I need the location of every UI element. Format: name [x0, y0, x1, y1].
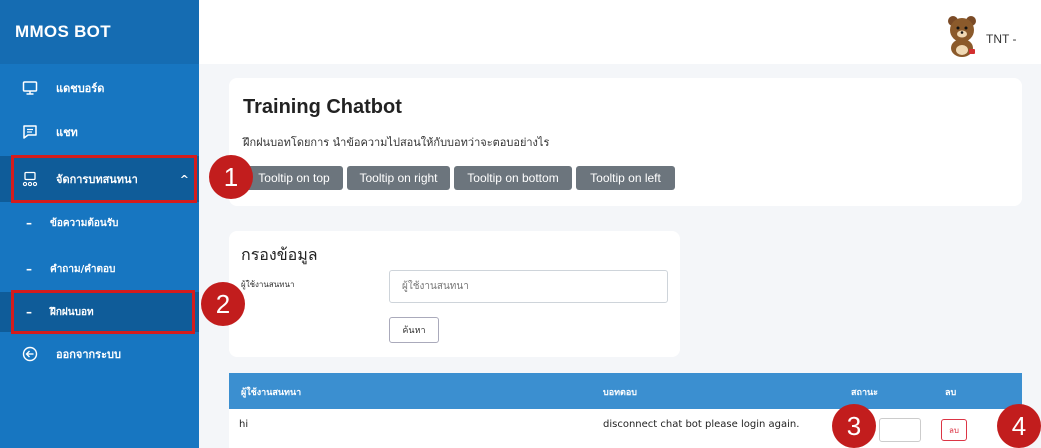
page-subtitle: ฝึกฝนบอทโดยการ นำข้อความไปสอนให้กับบอทว่…: [243, 136, 550, 149]
sidebar-item-qa[interactable]: – คำถาม/คำตอบ: [0, 256, 199, 282]
highlight-manage-box: [11, 155, 197, 203]
avatar[interactable]: [945, 13, 979, 57]
table-row: hi disconnect chat bot please login agai…: [229, 409, 1022, 448]
sidebar-item-logout[interactable]: ออกจากระบบ: [0, 340, 199, 368]
sidebar-item-label: แชท: [56, 126, 78, 139]
column-header-status: สถานะ: [851, 388, 878, 398]
column-header-bot-reply: บอทตอบ: [603, 388, 638, 398]
status-toggle[interactable]: [879, 418, 921, 442]
logout-icon: [22, 346, 38, 362]
filter-label: ผู้ใช้งานสนทนา: [241, 280, 295, 289]
sidebar-item-welcome-message[interactable]: – ข้อความต้อนรับ: [0, 210, 199, 236]
filter-title: กรองข้อมูล: [241, 245, 318, 264]
callout-2: 2: [201, 282, 245, 326]
column-header-user: ผู้ใช้งานสนทนา: [241, 388, 302, 398]
tooltip-bottom-button[interactable]: Tooltip on bottom: [454, 166, 572, 190]
table-header: ผู้ใช้งานสนทนา บอทตอบ สถานะ ลบ: [229, 373, 1022, 409]
topbar: [199, 0, 1041, 64]
tooltip-right-button[interactable]: Tooltip on right: [347, 166, 450, 190]
sidebar-item-label: ข้อความต้อนรับ: [50, 217, 119, 229]
callout-1: 1: [209, 155, 253, 199]
brand[interactable]: MMOS BOT: [0, 0, 199, 64]
monitor-icon: [22, 80, 38, 96]
tooltip-left-button[interactable]: Tooltip on left: [576, 166, 675, 190]
delete-button[interactable]: ลบ: [941, 419, 967, 441]
dash-icon: –: [26, 262, 32, 276]
training-card: Training Chatbot ฝึกฝนบอทโดยการ นำข้อควา…: [229, 78, 1022, 206]
tooltip-top-button[interactable]: Tooltip on top: [245, 166, 343, 190]
sidebar-item-label: ออกจากระบบ: [56, 348, 121, 361]
search-button[interactable]: ค้นหา: [389, 317, 439, 343]
sidebar: MMOS BOT แดชบอร์ด แชท จัดการบทสนทนา ^ – …: [0, 0, 199, 448]
cell-user: hi: [239, 419, 249, 430]
chat-user-input[interactable]: ผู้ใช้งานสนทนา: [389, 270, 668, 303]
sidebar-item-label: แดชบอร์ด: [56, 82, 105, 95]
chat-icon: [22, 124, 38, 140]
user-name[interactable]: TNT -: [986, 32, 1016, 46]
column-header-delete: ลบ: [945, 388, 957, 398]
filter-card: กรองข้อมูล ผู้ใช้งานสนทนา ผู้ใช้งานสนทนา…: [229, 231, 680, 357]
sidebar-item-label: คำถาม/คำตอบ: [50, 263, 116, 275]
callout-4: 4: [997, 404, 1041, 448]
highlight-train-box: [11, 290, 195, 334]
page-title: Training Chatbot: [243, 96, 402, 118]
dash-icon: –: [26, 216, 32, 230]
callout-3: 3: [832, 404, 876, 448]
sidebar-item-dashboard[interactable]: แดชบอร์ด: [0, 74, 199, 102]
brand-name[interactable]: MMOS BOT: [15, 22, 111, 42]
sidebar-item-chat[interactable]: แชท: [0, 118, 199, 146]
cell-bot-reply: disconnect chat bot please login again.: [603, 419, 800, 430]
